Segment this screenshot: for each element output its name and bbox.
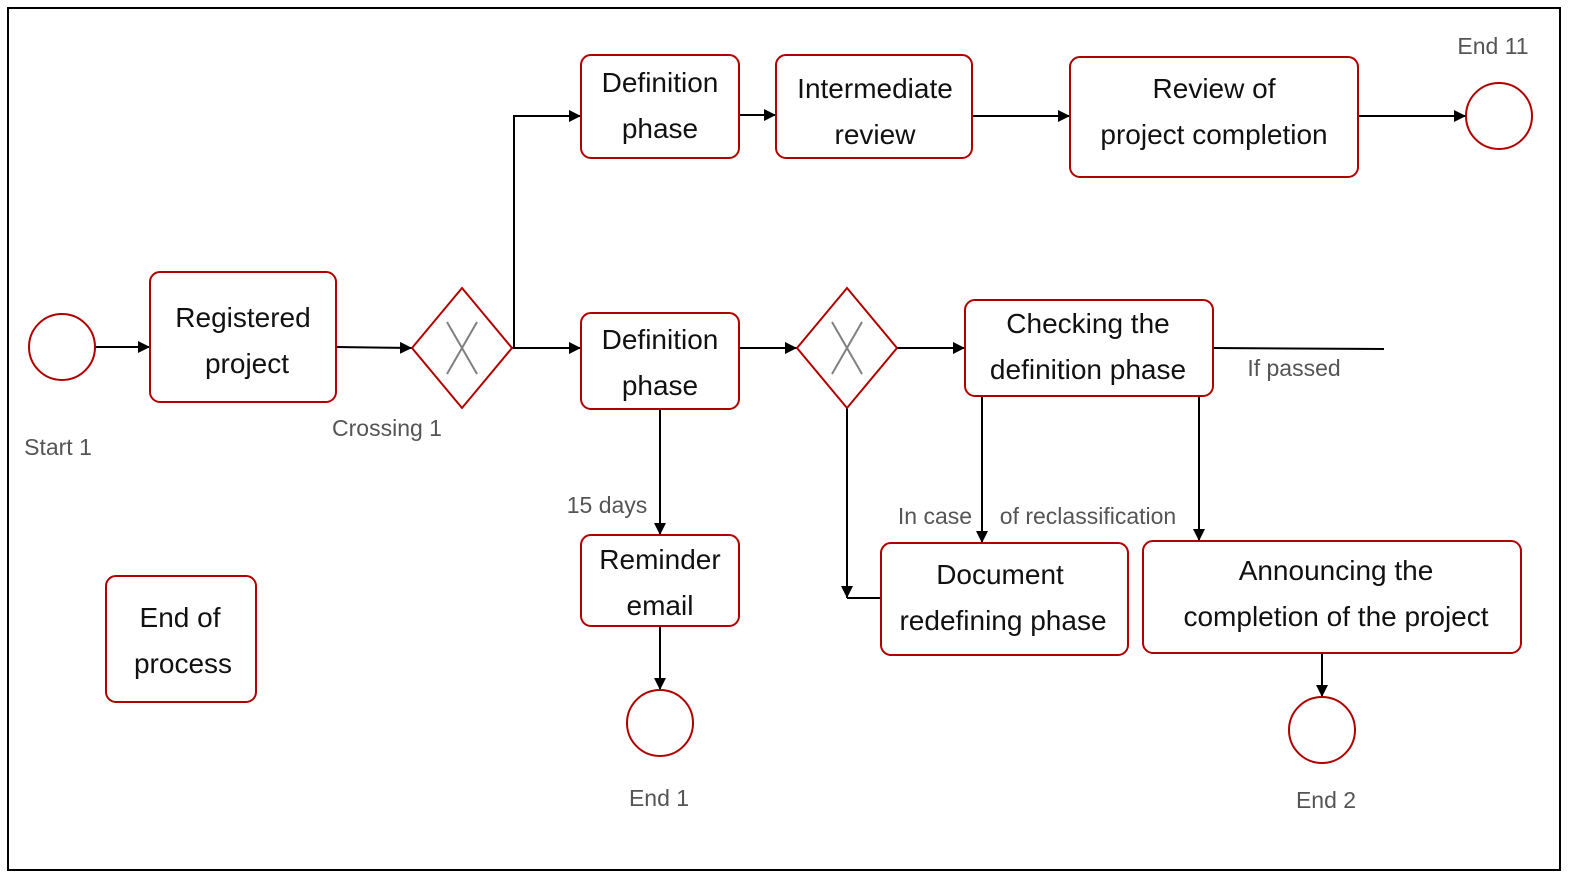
gateway-crossing-1[interactable] xyxy=(410,286,514,410)
label-start-1: Start 1 xyxy=(24,434,92,460)
end-event-1[interactable] xyxy=(626,689,694,757)
end-event-2[interactable] xyxy=(1288,696,1356,764)
label-crossing-1: Crossing 1 xyxy=(332,415,442,441)
label-end-1: End 1 xyxy=(629,785,689,811)
edge-gateway1-definition-top xyxy=(513,110,581,348)
task-checking-definition-phase[interactable]: Checking the definition phase xyxy=(964,299,1214,397)
task-document-redefining-phase[interactable]: Document redefining phase xyxy=(880,542,1129,656)
label-in-case: In case xyxy=(898,503,972,529)
task-definition-phase-mid[interactable]: Definition phase xyxy=(580,312,740,410)
task-review-project-completion[interactable]: Review of project completion xyxy=(1069,56,1359,178)
task-end-of-process[interactable]: End of process xyxy=(105,575,257,703)
edge-checking-passed xyxy=(1212,347,1385,350)
task-registered-project[interactable]: Registered project xyxy=(149,271,337,403)
task-announcing-completion[interactable]: Announcing the completion of the project xyxy=(1142,540,1522,654)
label-of-reclassification: of reclassification xyxy=(1000,503,1176,529)
start-event[interactable] xyxy=(28,313,96,381)
process-diagram: Registered project Definition phase Interm… xyxy=(7,7,1561,871)
label-15-days: 15 days xyxy=(567,492,648,518)
gateway-2[interactable] xyxy=(795,286,899,410)
label-end-2: End 2 xyxy=(1296,787,1356,813)
task-intermediate-review[interactable]: Intermediate review xyxy=(775,54,973,159)
task-definition-phase-top[interactable]: Definition phase xyxy=(580,54,740,159)
end-event-11[interactable] xyxy=(1465,82,1533,150)
label-if-passed: If passed xyxy=(1247,355,1340,381)
label-end-11: End 11 xyxy=(1457,33,1528,59)
task-reminder-email[interactable]: Reminder email xyxy=(580,534,740,627)
edge-registered-gateway1 xyxy=(335,341,413,354)
